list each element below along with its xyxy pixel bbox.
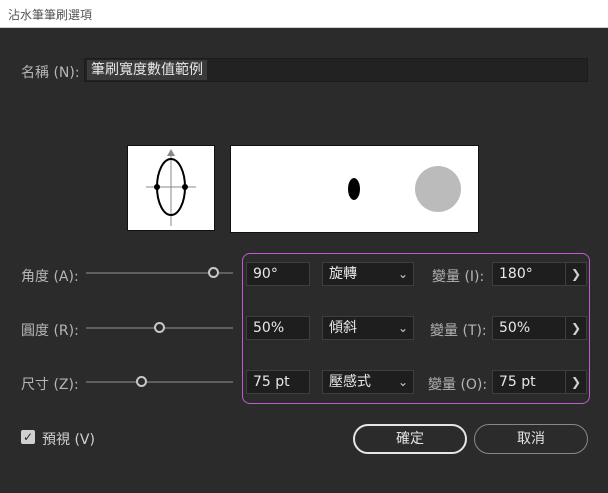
chevron-down-icon: ⌄ [397,267,408,281]
roundness-label: 圓度 (R): [21,323,79,339]
angle-variation-label: 變量 (I): [432,269,485,285]
roundness-variation-label: 變量 (T): [430,323,487,339]
name-label: 名稱 (N): [21,65,80,81]
name-input[interactable]: 筆刷寬度數值範例 [84,58,588,82]
stroke-preview [230,145,479,233]
angle-mode-value: 旋轉 [329,266,357,282]
roundness-mode-dropdown[interactable]: 傾斜 ⌄ [322,316,414,340]
angle-value-field[interactable]: 90° [246,262,310,286]
angle-label: 角度 (A): [21,269,79,285]
angle-variation-value: 180° [499,266,533,282]
size-variation-value: 75 pt [499,374,536,390]
chevron-right-icon[interactable]: ❯ [565,371,586,393]
roundness-value-field[interactable]: 50% [246,316,310,340]
size-mode-value: 壓感式 [329,374,371,390]
size-slider-knob[interactable] [136,376,148,387]
size-variation-label: 變量 (O): [428,377,488,393]
size-slider[interactable] [86,381,233,383]
chevron-right-icon[interactable]: ❯ [565,317,586,339]
roundness-variation-value: 50% [499,320,531,336]
preview-dot-small [348,178,360,200]
size-variation-field[interactable]: 75 pt ❯ [492,370,587,394]
brush-shape-preview[interactable] [127,145,215,231]
chevron-down-icon: ⌄ [397,375,408,389]
size-value-field[interactable]: 75 pt [246,370,310,394]
angle-variation-field[interactable]: 180° ❯ [492,262,587,286]
title-bar: 沾水筆筆刷選項 [0,0,608,28]
angle-slider-knob[interactable] [208,267,220,278]
preview-label[interactable]: 預視 (V) [42,429,95,449]
roundness-slider-knob[interactable] [154,322,165,333]
ok-button[interactable]: 確定 [353,424,467,454]
preview-dot-large [415,166,461,212]
chevron-right-icon[interactable]: ❯ [565,263,586,285]
brush-ellipse-diagram [146,149,196,226]
chevron-down-icon: ⌄ [397,321,408,335]
name-value: 筆刷寬度數值範例 [87,60,207,80]
size-mode-dropdown[interactable]: 壓感式 ⌄ [322,370,414,394]
roundness-variation-field[interactable]: 50% ❯ [492,316,587,340]
stroke-preview-canvas [348,166,461,212]
cancel-button[interactable]: 取消 [474,424,588,454]
roundness-mode-value: 傾斜 [329,320,357,336]
angle-mode-dropdown[interactable]: 旋轉 ⌄ [322,262,414,286]
size-label: 尺寸 (Z): [21,377,79,393]
window-title: 沾水筆筆刷選項 [8,8,93,22]
preview-checkbox[interactable]: ✓ [21,430,35,444]
